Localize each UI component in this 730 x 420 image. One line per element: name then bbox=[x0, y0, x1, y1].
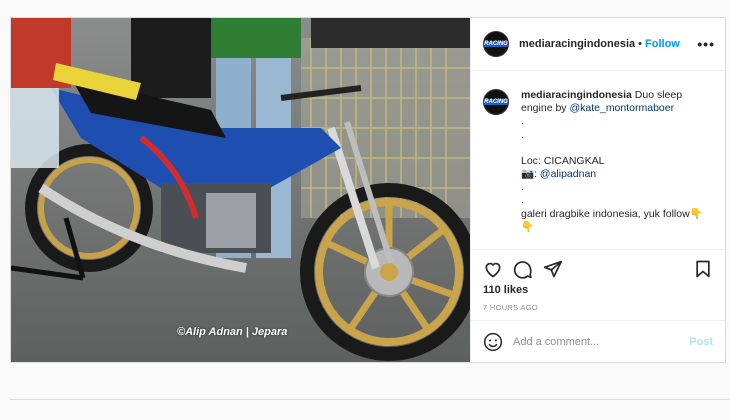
mention-link[interactable]: @kate_montormaboer bbox=[569, 102, 674, 114]
bookmark-icon[interactable] bbox=[693, 259, 713, 279]
avatar-logo-text: RACING bbox=[484, 41, 508, 47]
page-divider bbox=[10, 399, 730, 400]
post-sidebar: RACING mediaracingindonesia • Follow •••… bbox=[470, 18, 725, 362]
add-comment-bar: Post bbox=[471, 320, 725, 362]
caption-dot: . bbox=[521, 115, 524, 128]
post-image[interactable]: ©Alip Adnan | Jepara bbox=[11, 18, 470, 362]
caption-text: mediaracingindonesia Duo sleep engine by… bbox=[521, 89, 713, 249]
post-timestamp[interactable]: 7 HOURS AGO bbox=[483, 303, 713, 312]
post-header: RACING mediaracingindonesia • Follow ••• bbox=[471, 18, 725, 71]
header-separator: • bbox=[638, 38, 643, 50]
caption-dot: . bbox=[521, 181, 524, 194]
share-icon[interactable] bbox=[543, 259, 563, 279]
caption-closing-emoji: 👇 bbox=[521, 220, 535, 233]
comment-input[interactable] bbox=[513, 335, 690, 348]
post-comment-button[interactable]: Post bbox=[689, 336, 713, 348]
comment-icon[interactable] bbox=[513, 259, 533, 279]
motorcycle-photo bbox=[11, 18, 470, 362]
caption-avatar-logo-text: RACING bbox=[484, 99, 508, 105]
caption-location: Loc: CICANGKAL bbox=[521, 154, 605, 167]
mention-link[interactable]: @alipadnan bbox=[540, 168, 596, 180]
caption-username[interactable]: mediaracingindonesia bbox=[521, 89, 632, 101]
likes-count[interactable]: 110 likes bbox=[483, 284, 713, 296]
post-card: ©Alip Adnan | Jepara RACING mediaracingi… bbox=[10, 17, 726, 363]
action-icons bbox=[483, 250, 713, 288]
caption-dot: . bbox=[521, 194, 524, 207]
caption-photo-credit: 📷: @alipadnan bbox=[521, 168, 713, 181]
action-bar: 110 likes 7 HOURS AGO bbox=[471, 249, 725, 312]
heart-icon[interactable] bbox=[483, 259, 503, 279]
caption-dot: . bbox=[521, 128, 524, 141]
emoji-icon[interactable] bbox=[483, 332, 503, 352]
camera-icon: 📷: bbox=[521, 168, 540, 181]
more-options-icon[interactable]: ••• bbox=[697, 36, 715, 52]
caption-closing: galeri dragbike indonesia, yuk follow👇 bbox=[521, 207, 703, 220]
photo-watermark: ©Alip Adnan | Jepara bbox=[177, 326, 288, 338]
caption-area: RACING mediaracingindonesia Duo sleep en… bbox=[471, 71, 725, 249]
header-username[interactable]: mediaracingindonesia bbox=[519, 38, 635, 50]
follow-button[interactable]: Follow bbox=[645, 38, 680, 50]
caption-first-line: mediaracingindonesia Duo sleep engine by… bbox=[521, 89, 713, 115]
caption-avatar[interactable]: RACING bbox=[483, 89, 509, 115]
avatar[interactable]: RACING bbox=[483, 31, 509, 57]
